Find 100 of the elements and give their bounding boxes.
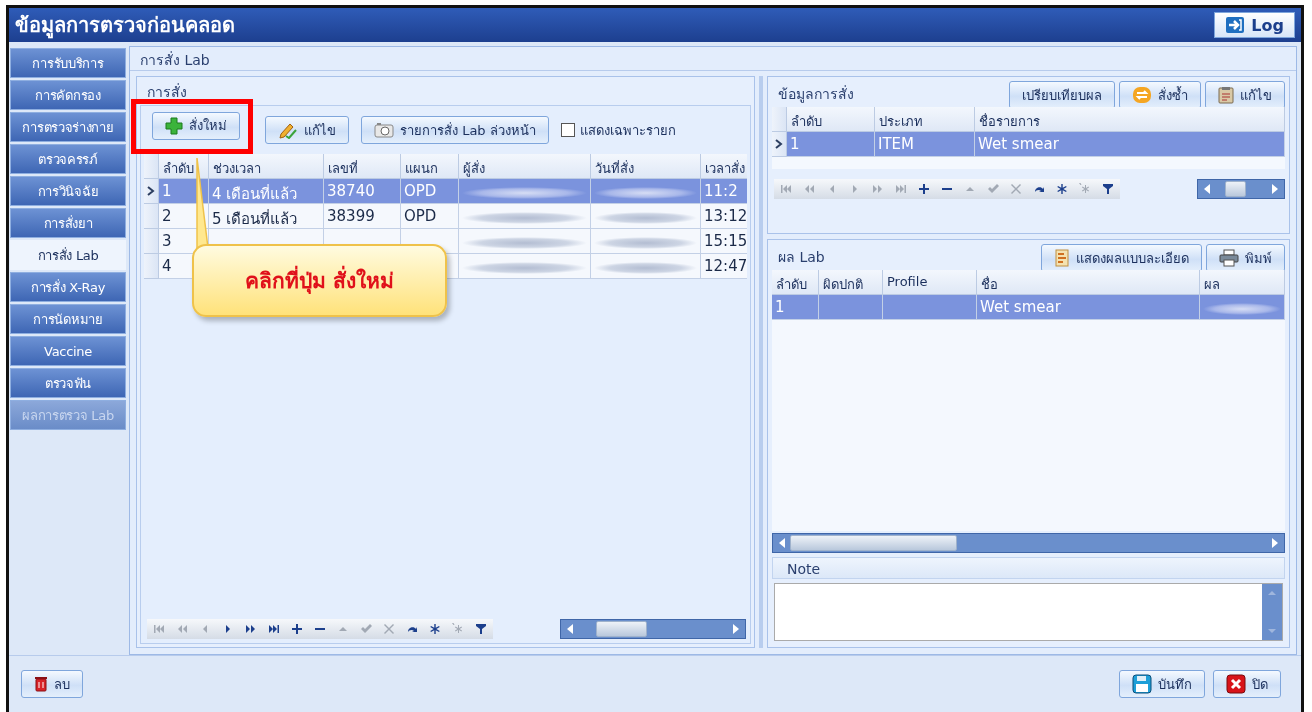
column-header[interactable]: ประเภท xyxy=(875,107,975,132)
window-title: ข้อมูลการตรวจก่อนคลอด xyxy=(15,12,235,41)
sidebar-item[interactable]: การสั่ง X-Ray xyxy=(10,272,126,302)
column-header[interactable]: แผนก xyxy=(401,154,459,179)
row-header[interactable] xyxy=(144,179,159,204)
swap-arrows-icon xyxy=(1132,86,1152,104)
table-cell: 4 เดือนที่แล้ว xyxy=(212,185,298,203)
callout: คลิกที่ปุ่ม สั่งใหม่ xyxy=(192,244,447,317)
scroll-thumb[interactable] xyxy=(1225,181,1247,197)
panel-title: การสั่ง Lab xyxy=(130,47,1296,71)
login-icon xyxy=(1225,16,1246,34)
close-icon xyxy=(1226,674,1246,694)
sidebar-item[interactable]: การวินิจฉัย xyxy=(10,176,126,206)
column-header[interactable]: ลำดับ xyxy=(787,107,875,132)
camera-icon xyxy=(374,122,394,138)
scroll-left-icon[interactable] xyxy=(1202,183,1212,195)
note-header: Note xyxy=(772,557,1285,579)
table-cell: 13:12 xyxy=(704,207,747,225)
clipboard-icon xyxy=(1218,86,1234,104)
sidebar-item[interactable]: Vaccine xyxy=(10,336,126,366)
sidebar-item[interactable]: การรับบริการ xyxy=(10,48,126,78)
sidebar-item[interactable]: การนัดหมาย xyxy=(10,304,126,334)
table-row[interactable]: 2 5 เดือนที่แล้ว 38399 OPD 13:12 xyxy=(144,204,747,229)
column-header[interactable]: ชื่อ xyxy=(977,270,1200,295)
scroll-left-icon[interactable] xyxy=(565,623,575,635)
column-header[interactable]: เลขที่ xyxy=(324,154,401,179)
column-header[interactable]: ช่วงเวลา xyxy=(209,154,324,179)
group-title: ข้อมูลการสั่ง xyxy=(778,84,854,105)
table-cell: Wet smear xyxy=(980,298,1061,316)
row-pointer-icon xyxy=(775,139,783,149)
sidebar-item[interactable]: ตรวจฟัน xyxy=(10,368,126,398)
table-cell: 4 xyxy=(162,257,172,275)
close-button[interactable]: ปิด xyxy=(1213,670,1281,698)
new-order-button[interactable]: สั่งใหม่ xyxy=(152,111,240,140)
next-page-icon[interactable] xyxy=(245,623,257,635)
edit-button[interactable]: แก้ไข xyxy=(265,116,349,144)
detailed-results-button[interactable]: แสดงผลแบบละเอียด xyxy=(1041,244,1202,272)
checkbox-label[interactable]: แสดงเฉพาะรายก xyxy=(579,119,676,141)
row-header xyxy=(144,154,159,179)
last-record-icon[interactable] xyxy=(268,623,280,635)
table-cell: OPD xyxy=(404,207,437,225)
compare-results-button[interactable]: เปรียบเทียบผล xyxy=(1009,81,1115,109)
add-icon[interactable] xyxy=(918,183,930,195)
table-cell: 38399 xyxy=(327,207,375,225)
print-button[interactable]: พิมพ์ xyxy=(1206,244,1285,272)
add-icon[interactable] xyxy=(291,623,303,635)
column-header[interactable]: เวลาสั่ง xyxy=(701,154,747,179)
scroll-right-icon[interactable] xyxy=(731,623,741,635)
log-button[interactable]: Log xyxy=(1214,12,1295,38)
row-header xyxy=(772,107,787,132)
column-header[interactable]: ลำดับ xyxy=(772,270,819,295)
sidebar-item[interactable]: การสั่งยา xyxy=(10,208,126,238)
column-header[interactable]: ผู้สั่ง xyxy=(459,154,591,179)
filter-icon[interactable] xyxy=(475,623,487,635)
horizontal-scrollbar[interactable] xyxy=(560,619,746,639)
scroll-thumb[interactable] xyxy=(596,621,647,637)
row-header[interactable] xyxy=(772,132,787,157)
reorder-button[interactable]: สั่งซ้ำ xyxy=(1119,81,1201,109)
table-cell: Wet smear xyxy=(978,135,1059,153)
scroll-left-icon[interactable] xyxy=(777,537,787,549)
column-header[interactable]: ผล xyxy=(1200,270,1285,295)
pencil-icon xyxy=(278,121,298,139)
save-button[interactable]: บันทึก xyxy=(1119,670,1205,698)
scroll-thumb[interactable] xyxy=(790,535,957,551)
table-cell: 1 xyxy=(775,298,785,316)
checkbox[interactable] xyxy=(560,123,575,137)
column-header[interactable]: วันที่สั่ง xyxy=(591,154,701,179)
column-header[interactable]: ลำดับ xyxy=(159,154,209,179)
row-pointer-icon xyxy=(147,186,155,196)
advance-lab-orders-button[interactable]: รายการสั่ง Lab ล่วงหน้า xyxy=(361,116,549,144)
scroll-right-icon[interactable] xyxy=(1270,183,1280,195)
table-cell: OPD xyxy=(404,182,437,200)
table-cell: 3 xyxy=(162,232,172,250)
table-cell: 15:15 xyxy=(704,232,747,250)
table-cell: 12:47 xyxy=(704,257,747,275)
sidebar-item[interactable]: ตรวจครรภ์ xyxy=(10,144,126,174)
table-cell: ITEM xyxy=(878,135,914,153)
plus-icon xyxy=(165,116,183,135)
sidebar-item[interactable]: การสั่ง Lab xyxy=(10,240,126,270)
sidebar-item[interactable]: การคัดกรอง xyxy=(10,80,126,110)
table-cell: 1 xyxy=(162,182,172,200)
group-title: การสั่ง xyxy=(146,82,188,101)
asterisk-icon[interactable] xyxy=(429,623,441,635)
edit-button[interactable]: แก้ไข xyxy=(1205,81,1285,109)
column-header[interactable]: Profile xyxy=(883,270,977,295)
report-icon xyxy=(1054,249,1070,267)
table-cell: 1 xyxy=(790,135,800,153)
horizontal-scrollbar[interactable] xyxy=(1197,179,1285,199)
printer-icon xyxy=(1219,249,1239,267)
sidebar-item[interactable]: การตรวจร่างกาย xyxy=(10,112,126,142)
filter-icon[interactable] xyxy=(1102,183,1114,195)
asterisk-icon[interactable] xyxy=(1056,183,1068,195)
column-header[interactable]: ชื่อรายการ xyxy=(975,107,1285,132)
group-title: ผล Lab xyxy=(778,248,825,267)
column-header[interactable]: ผิดปกติ xyxy=(819,270,883,295)
note-field[interactable] xyxy=(774,583,1283,641)
horizontal-scrollbar[interactable] xyxy=(772,533,1285,553)
delete-button[interactable]: ลบ xyxy=(21,670,83,698)
scroll-right-icon[interactable] xyxy=(1270,537,1280,549)
table-cell: 5 เดือนที่แล้ว xyxy=(212,210,298,228)
